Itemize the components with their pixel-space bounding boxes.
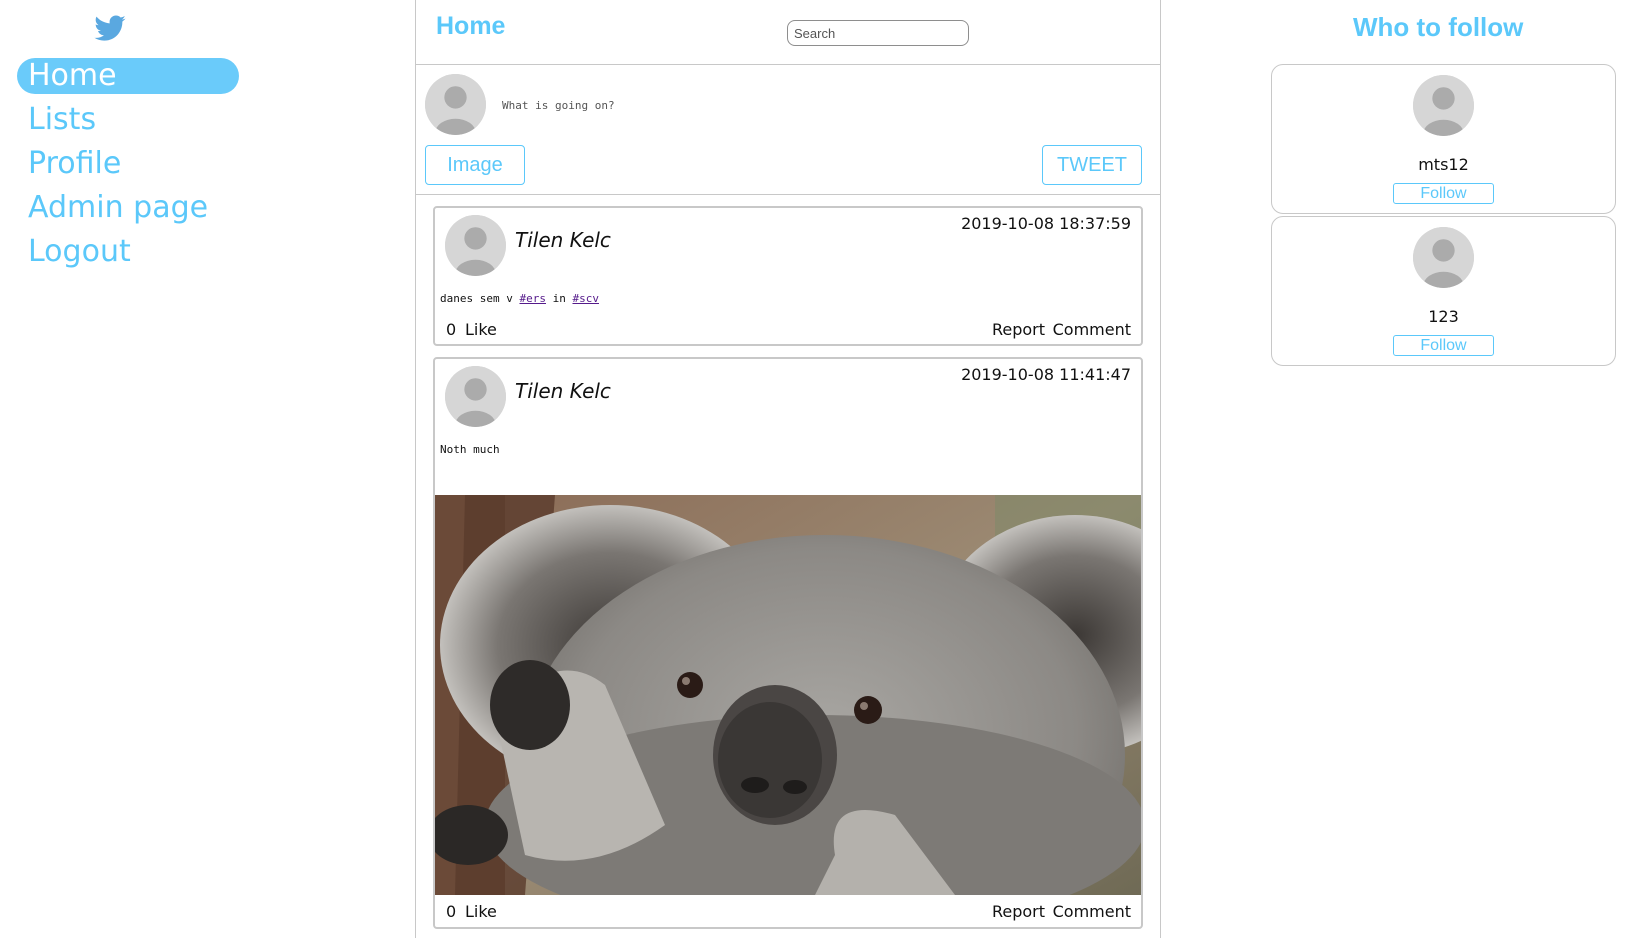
timeline-column: Home Image TWEET Tilen Kelc 2019-10-08 1… (415, 0, 1161, 938)
tweet-card: Tilen Kelc 2019-10-08 18:37:59 danes sem… (433, 206, 1143, 346)
sidebar-item-label: Home (28, 58, 117, 93)
twitter-bird-icon[interactable] (93, 12, 127, 46)
sidebar-item-label: Logout (28, 234, 131, 269)
tweet-text: Noth much (440, 443, 500, 456)
report-button[interactable]: Report (992, 902, 1045, 921)
tweet-text: danes sem v #ers in #scv (440, 292, 599, 305)
hashtag-link[interactable]: #scv (572, 292, 599, 305)
follow-username[interactable]: mts12 (1272, 155, 1615, 174)
tweet-footer: 0 Like Report Comment (435, 320, 1141, 342)
tweet-footer: 0 Like Report Comment (435, 902, 1141, 924)
sidebar-item-label: Lists (28, 102, 97, 137)
sidebar-item-admin-page[interactable]: Admin page (17, 190, 239, 226)
avatar (425, 74, 486, 135)
comment-button[interactable]: Comment (1053, 902, 1131, 921)
like-button[interactable]: Like (465, 320, 497, 339)
sidebar-item-label: Admin page (28, 190, 209, 225)
tweet-author[interactable]: Tilen Kelc (515, 379, 611, 403)
tweet-button[interactable]: TWEET (1042, 145, 1142, 185)
like-count: 0 (446, 320, 457, 339)
tweet-timestamp: 2019-10-08 18:37:59 (961, 214, 1131, 233)
tweet-card: Tilen Kelc 2019-10-08 11:41:47 Noth much (433, 357, 1143, 929)
avatar (1413, 227, 1474, 288)
sidebar-item-home[interactable]: Home (17, 58, 239, 94)
follow-suggestion-card: mts12 Follow (1271, 64, 1616, 214)
hashtag-link[interactable]: #ers (519, 292, 546, 305)
tweet-author[interactable]: Tilen Kelc (515, 228, 611, 252)
follow-button[interactable]: Follow (1393, 335, 1494, 356)
sidebar-item-profile[interactable]: Profile (17, 146, 239, 182)
follow-username[interactable]: 123 (1272, 307, 1615, 326)
header-divider (416, 64, 1160, 65)
compose-input[interactable] (500, 94, 1024, 116)
avatar (445, 366, 506, 427)
tweet-text-part: danes sem v (440, 292, 520, 305)
report-button[interactable]: Report (992, 320, 1045, 339)
page-title: Home (436, 12, 506, 40)
avatar (1413, 75, 1474, 136)
follow-suggestion-card: 123 Follow (1271, 216, 1616, 366)
koala-photo (435, 495, 1141, 895)
avatar (445, 215, 506, 276)
search-input[interactable] (787, 20, 969, 46)
sidebar-item-label: Profile (28, 146, 122, 181)
like-count: 0 (446, 902, 457, 921)
follow-button[interactable]: Follow (1393, 183, 1494, 204)
sidebar-item-lists[interactable]: Lists (17, 102, 239, 138)
compose-divider (416, 194, 1160, 195)
comment-button[interactable]: Comment (1053, 320, 1131, 339)
tweet-text-part: in (545, 292, 573, 305)
who-to-follow-title: Who to follow (1353, 12, 1524, 42)
like-button[interactable]: Like (465, 902, 497, 921)
tweet-timestamp: 2019-10-08 11:41:47 (961, 365, 1131, 384)
sidebar-item-logout[interactable]: Logout (17, 234, 239, 270)
image-button[interactable]: Image (425, 145, 525, 185)
